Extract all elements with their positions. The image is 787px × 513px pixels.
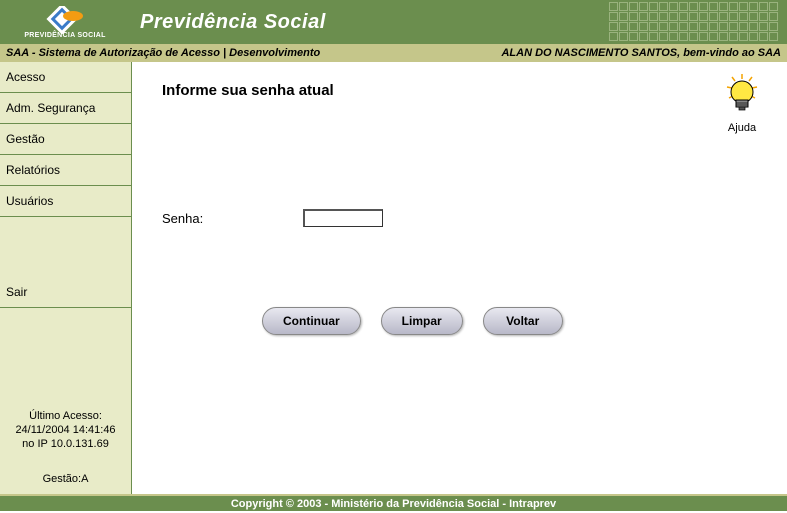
lightbulb-icon [717,72,767,120]
sidebar-item-acesso[interactable]: Acesso [0,62,131,93]
voltar-button[interactable]: Voltar [483,307,563,335]
sidebar-item-gestao[interactable]: Gestão [0,124,131,155]
continuar-button[interactable]: Continuar [262,307,361,335]
last-access-value: 24/11/2004 14:41:46 [4,423,127,437]
last-access-label: Último Acesso: [4,409,127,423]
main-content: Informe sua senha atual [132,62,787,494]
help-label: Ajuda [717,122,767,134]
app-header: PREVIDÊNCIA SOCIAL Previdência Social [0,0,787,44]
gestao-info: Gestão:A [4,472,127,486]
header-decoration [607,0,787,44]
logo-icon [45,6,85,34]
subheader: SAA - Sistema de Autorização de Acesso |… [0,44,787,62]
footer: Copyright © 2003 - Ministério da Previdê… [0,494,787,511]
limpar-button[interactable]: Limpar [381,307,463,335]
logo: PREVIDÊNCIA SOCIAL [0,0,130,44]
welcome-user: ALAN DO NASCIMENTO SANTOS, bem-vindo ao … [501,47,781,59]
sidebar-item-usuarios[interactable]: Usuários [0,186,131,217]
header-title: Previdência Social [140,11,326,34]
sidebar-item-sair[interactable]: Sair [0,277,131,308]
copyright-text: Copyright © 2003 - Ministério da Previdê… [231,498,556,510]
senha-input[interactable] [303,209,383,227]
sidebar-item-seguranca[interactable]: Adm. Segurança [0,93,131,124]
last-access-ip: no IP 10.0.131.69 [4,437,127,451]
system-title: SAA - Sistema de Autorização de Acesso |… [6,47,320,59]
sidebar: Acesso Adm. Segurança Gestão Relatórios … [0,62,132,494]
help-button[interactable]: Ajuda [717,72,767,134]
page-title: Informe sua senha atual [162,82,757,99]
sidebar-item-relatorios[interactable]: Relatórios [0,155,131,186]
senha-label: Senha: [162,211,203,226]
sidebar-info: Último Acesso: 24/11/2004 14:41:46 no IP… [0,401,131,494]
